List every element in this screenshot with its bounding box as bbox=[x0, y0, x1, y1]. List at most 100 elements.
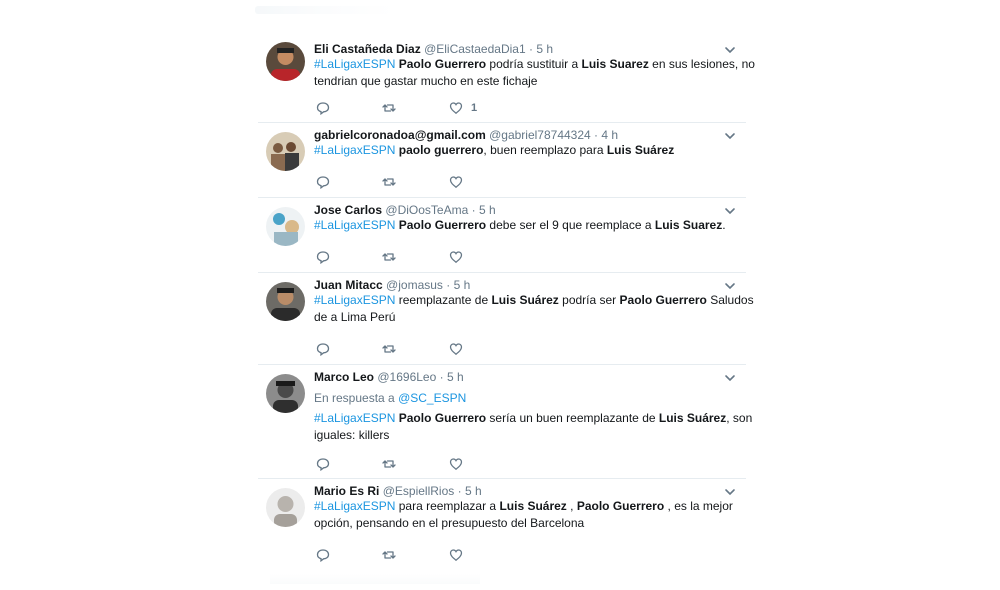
retweet-icon bbox=[382, 345, 396, 353]
tweet-text-line: iguales: killers bbox=[314, 428, 390, 442]
user-handle[interactable]: @jomasus bbox=[386, 278, 443, 292]
chevron-down-icon[interactable] bbox=[724, 371, 736, 383]
retweet-button[interactable] bbox=[382, 249, 396, 265]
tweet-text: Luis Suarez bbox=[654, 218, 723, 232]
hashtag-link[interactable]: #LaLigaxESPN bbox=[314, 218, 395, 232]
reply-icon bbox=[316, 176, 330, 189]
tweet-text: debe ser el 9 que reemplace a bbox=[486, 218, 655, 232]
user-handle[interactable]: @EliCastaedaDia1 bbox=[424, 42, 526, 56]
tweet-actions bbox=[316, 249, 516, 265]
tweet-text: para reemplazar a bbox=[395, 499, 500, 513]
retweet-icon bbox=[382, 253, 396, 261]
tweet-text: Paolo Guerrero bbox=[619, 293, 707, 307]
display-name[interactable]: gabrielcoronadoa@gmail.com bbox=[314, 128, 486, 142]
display-name[interactable]: Mario Es Ri bbox=[314, 484, 379, 498]
like-button[interactable] bbox=[449, 174, 463, 190]
reply-icon bbox=[316, 102, 330, 115]
hashtag-link[interactable]: #LaLigaxESPN bbox=[314, 293, 395, 307]
timestamp[interactable]: 5 h bbox=[465, 484, 482, 498]
like-button[interactable] bbox=[449, 547, 463, 563]
retweet-icon bbox=[382, 551, 396, 559]
display-name[interactable]: Eli Castañeda Diaz bbox=[314, 42, 421, 56]
timestamp[interactable]: 4 h bbox=[601, 128, 618, 142]
reply-button[interactable] bbox=[316, 249, 330, 265]
heart-icon bbox=[449, 102, 463, 115]
display-name[interactable]: Marco Leo bbox=[314, 370, 374, 384]
hashtag-link[interactable]: #LaLigaxESPN bbox=[314, 499, 395, 513]
tweet-text: podría ser bbox=[558, 293, 620, 307]
bottom-fade bbox=[270, 574, 480, 584]
user-handle[interactable]: @EspiellRios bbox=[383, 484, 455, 498]
hashtag-link[interactable]: #LaLigaxESPN bbox=[314, 143, 395, 157]
chevron-down-icon[interactable] bbox=[724, 279, 736, 291]
avatar[interactable] bbox=[266, 132, 305, 171]
like-button[interactable] bbox=[449, 341, 463, 357]
reply-icon bbox=[316, 549, 330, 562]
tweet-text: reemplazante de bbox=[395, 293, 492, 307]
tweet-text-line: tendrian que gastar mucho en este fichaj… bbox=[314, 74, 538, 88]
tweet-text-line: #LaLigaxESPN Paolo Guerrero sería un bue… bbox=[314, 410, 752, 427]
tweet-text-line: #LaLigaxESPN paolo guerrero, buen reempl… bbox=[314, 142, 734, 159]
display-name[interactable]: Juan Mitacc bbox=[314, 278, 383, 292]
avatar[interactable] bbox=[266, 282, 305, 321]
chevron-down-icon[interactable] bbox=[724, 43, 736, 55]
heart-icon bbox=[449, 343, 463, 356]
user-handle[interactable]: @gabriel78744324 bbox=[489, 128, 591, 142]
reply-button[interactable] bbox=[316, 341, 330, 357]
retweet-button[interactable] bbox=[382, 547, 396, 563]
tweet-text: Luis Suárez bbox=[499, 499, 567, 513]
reply-button[interactable] bbox=[316, 456, 330, 472]
tweet-text: paolo guerrero bbox=[398, 143, 484, 157]
reply-button[interactable] bbox=[316, 547, 330, 563]
avatar[interactable] bbox=[266, 42, 305, 81]
mention-link[interactable]: @SC_ESPN bbox=[398, 391, 466, 405]
avatar[interactable] bbox=[266, 374, 305, 413]
reply-icon bbox=[316, 343, 330, 356]
tweet[interactable]: Jose Carlos @DiOosTeAma · 5 h #LaLigaxES… bbox=[258, 197, 746, 273]
chevron-down-icon[interactable] bbox=[724, 204, 736, 216]
retweet-button[interactable] bbox=[382, 456, 396, 472]
tweet[interactable]: Marco Leo @1696Leo · 5 h En respuesta a … bbox=[258, 364, 752, 479]
heart-icon bbox=[449, 549, 463, 562]
reply-icon bbox=[316, 458, 330, 471]
tweet[interactable]: Juan Mitacc @jomasus · 5 h #LaLigaxESPN … bbox=[258, 272, 754, 365]
separator-dot: · bbox=[457, 484, 462, 498]
like-button[interactable] bbox=[449, 456, 463, 472]
user-handle[interactable]: @1696Leo bbox=[377, 370, 436, 384]
avatar[interactable] bbox=[266, 488, 305, 527]
tweet-text: , es la mejor bbox=[664, 499, 733, 513]
tweet-text: . bbox=[722, 218, 726, 232]
retweet-button[interactable] bbox=[382, 341, 396, 357]
tweet-text: Luis Suárez bbox=[606, 143, 675, 157]
hashtag-link[interactable]: #LaLigaxESPN bbox=[314, 57, 395, 71]
separator-dot: · bbox=[471, 203, 476, 217]
timestamp[interactable]: 5 h bbox=[454, 278, 471, 292]
retweet-button[interactable] bbox=[382, 100, 396, 116]
chevron-down-icon[interactable] bbox=[724, 485, 736, 497]
separator-dot: · bbox=[439, 370, 444, 384]
tweet-text: podría sustituir a bbox=[486, 57, 582, 71]
tweet[interactable]: Mario Es Ri @EspiellRios · 5 h #LaLigaxE… bbox=[258, 478, 746, 570]
tweet[interactable]: Eli Castañeda Diaz @EliCastaedaDia1 · 5 … bbox=[258, 36, 755, 123]
tweet-actions bbox=[316, 456, 516, 472]
retweet-button[interactable] bbox=[382, 174, 396, 190]
like-button[interactable] bbox=[449, 249, 463, 265]
chevron-down-icon[interactable] bbox=[724, 129, 736, 141]
timestamp[interactable]: 5 h bbox=[447, 370, 464, 384]
reply-button[interactable] bbox=[316, 100, 330, 116]
avatar[interactable] bbox=[266, 207, 305, 246]
reply-prefix: En respuesta a bbox=[314, 391, 399, 405]
tweet-text-line: #LaLigaxESPN Paolo Guerrero podría susti… bbox=[314, 56, 755, 73]
reply-icon bbox=[316, 251, 330, 264]
tweet-text: Paolo Guerrero bbox=[398, 411, 487, 425]
tweet-text-line: #LaLigaxESPN Paolo Guerrero debe ser el … bbox=[314, 217, 734, 234]
user-handle[interactable]: @DiOosTeAma bbox=[385, 203, 468, 217]
tweet[interactable]: gabrielcoronadoa@gmail.com @gabriel78744… bbox=[258, 122, 746, 198]
timestamp[interactable]: 5 h bbox=[479, 203, 496, 217]
hashtag-link[interactable]: #LaLigaxESPN bbox=[314, 411, 395, 425]
tweet-text: , buen reemplazo para bbox=[483, 143, 607, 157]
reply-button[interactable] bbox=[316, 174, 330, 190]
display-name[interactable]: Jose Carlos bbox=[314, 203, 382, 217]
like-button[interactable]: 1 bbox=[449, 100, 477, 116]
timestamp[interactable]: 5 h bbox=[536, 42, 553, 56]
